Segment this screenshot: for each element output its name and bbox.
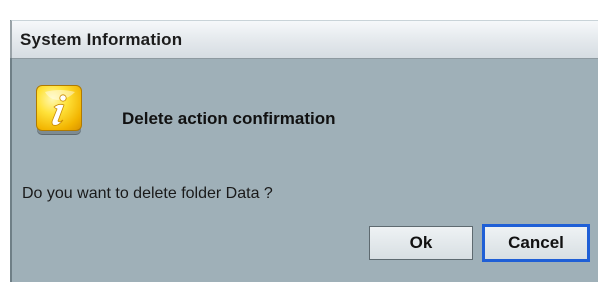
system-information-dialog: System Information Delete action confirm… (10, 20, 598, 282)
dialog-titlebar[interactable]: System Information (10, 21, 598, 59)
confirmation-heading: Delete action confirmation (122, 109, 336, 128)
ok-button[interactable]: Ok (369, 226, 473, 260)
info-icon (36, 85, 82, 131)
dialog-title: System Information (20, 30, 183, 49)
cancel-button[interactable]: Cancel (482, 224, 590, 262)
info-glyph-icon (45, 90, 75, 126)
window-frame-edge (10, 21, 12, 58)
confirmation-message: Do you want to delete folder Data ? (22, 185, 273, 202)
